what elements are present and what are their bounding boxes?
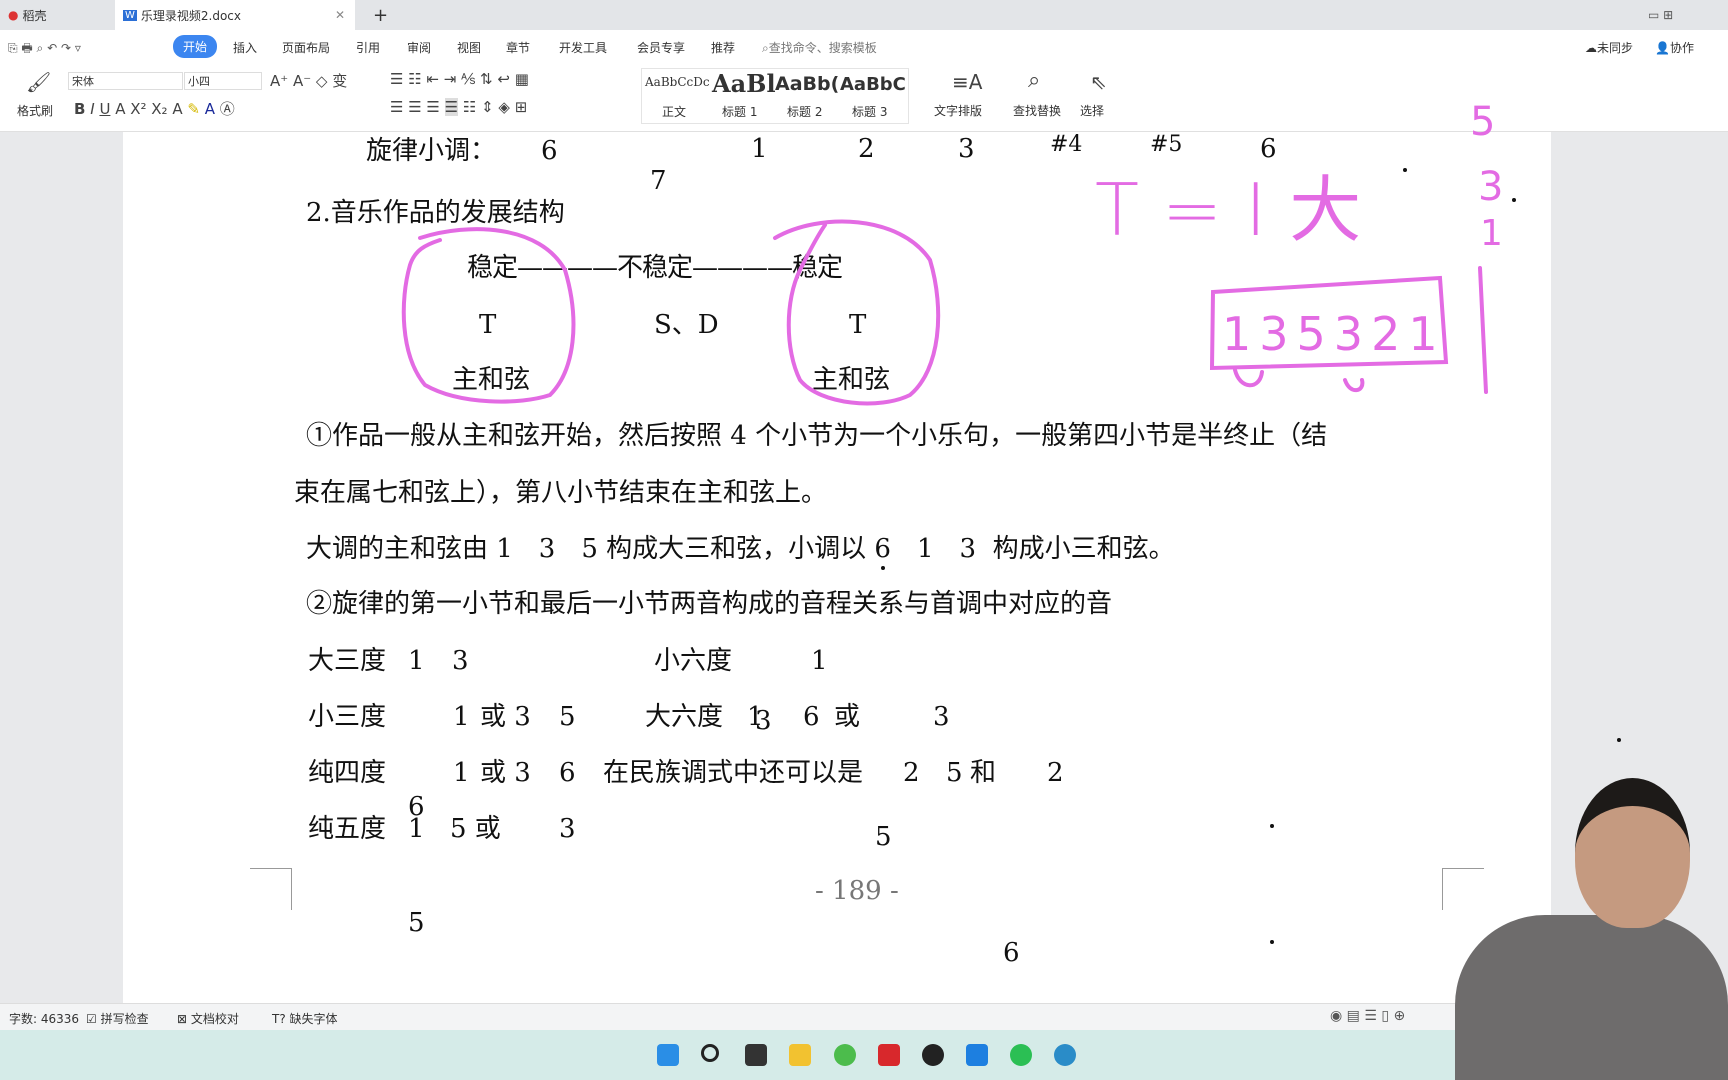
pen-annotations: T = I 大 135321 5 3 1 xyxy=(401,99,1503,406)
browser-icon[interactable] xyxy=(834,1044,856,1066)
vertical-bar xyxy=(1478,266,1488,394)
circle-left xyxy=(401,227,576,404)
circle-right xyxy=(773,219,941,406)
wps-icon[interactable] xyxy=(878,1044,900,1066)
app-icon[interactable] xyxy=(1054,1044,1076,1066)
missing-font[interactable]: T? 缺失字体 xyxy=(272,1010,338,1027)
handwritten-formula: T = I 大 xyxy=(1095,168,1361,252)
search-icon[interactable] xyxy=(701,1044,719,1062)
handwritten-1: 1 xyxy=(1480,213,1503,254)
view-mode-icons[interactable]: ◉ ▤ ☰ ▯ ⊕ xyxy=(1330,1008,1405,1024)
word-count[interactable]: 字数: 46336 xyxy=(9,1010,79,1027)
file-explorer-icon[interactable] xyxy=(789,1044,811,1066)
doc-proofread[interactable]: ⊠ 文档校对 xyxy=(177,1010,239,1027)
wechat-icon[interactable] xyxy=(1010,1044,1032,1066)
handwritten-3: 3 xyxy=(1478,164,1503,210)
handwritten-numbers: 135321 xyxy=(1222,307,1446,361)
start-icon[interactable] xyxy=(657,1044,679,1066)
photos-icon[interactable] xyxy=(966,1044,988,1066)
obs-icon[interactable] xyxy=(922,1044,944,1066)
webcam-presenter-face xyxy=(1575,778,1690,928)
handwritten-5: 5 xyxy=(1470,99,1495,145)
webcam-presenter-body xyxy=(1455,915,1728,1080)
task-view-icon[interactable] xyxy=(745,1044,767,1066)
spell-check[interactable]: ☑ 拼写检查 xyxy=(86,1010,149,1027)
